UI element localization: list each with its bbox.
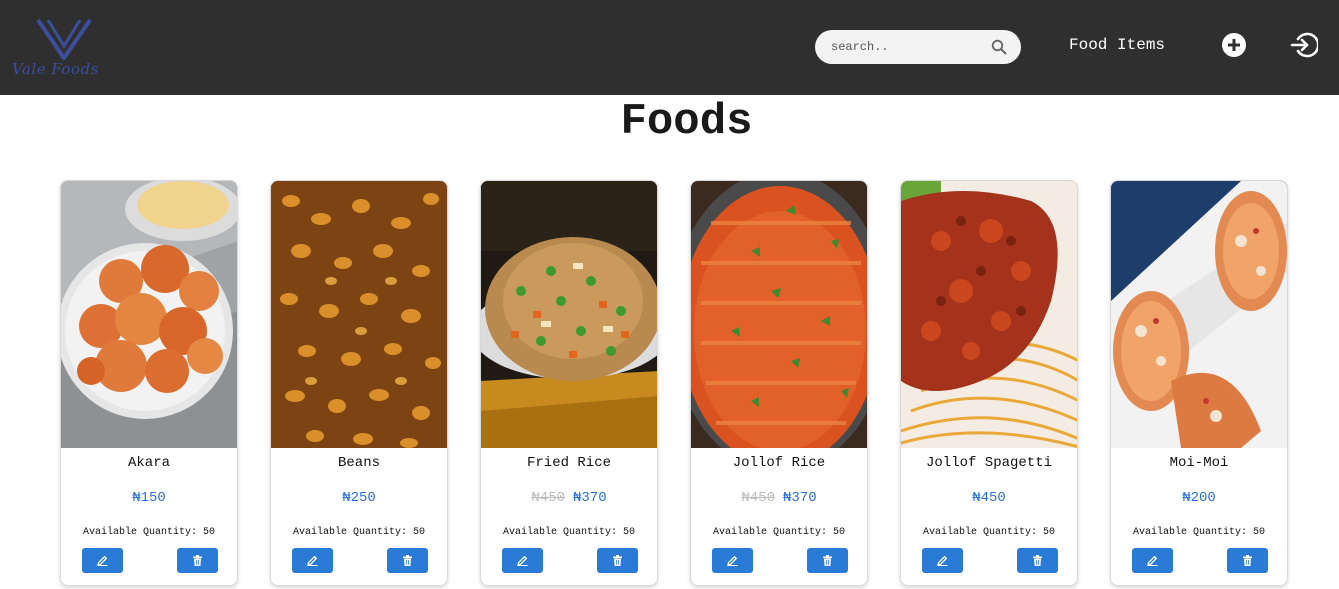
search-bar bbox=[815, 30, 1021, 64]
food-price: ₦450 bbox=[901, 490, 1077, 506]
search-input[interactable] bbox=[831, 30, 991, 64]
edit-button[interactable] bbox=[1132, 548, 1173, 573]
pencil-icon bbox=[517, 555, 528, 566]
food-name: Jollof Spagetti bbox=[925, 455, 1053, 471]
navbar: Vale Foods Food Items bbox=[0, 0, 1339, 95]
delete-button[interactable] bbox=[177, 548, 218, 573]
food-price: ₦450 ₦370 bbox=[691, 490, 867, 506]
edit-button[interactable] bbox=[82, 548, 123, 573]
pencil-icon bbox=[937, 555, 948, 566]
available-quantity: Available Quantity: 50 bbox=[502, 527, 636, 538]
current-price: ₦370 bbox=[573, 490, 607, 506]
trash-icon bbox=[1033, 555, 1042, 566]
food-name: Akara bbox=[127, 455, 170, 471]
food-card: Jollof Rice ₦450 ₦370 Available Quantity:… bbox=[690, 180, 868, 586]
food-price: ₦250 bbox=[271, 490, 447, 506]
search-icon[interactable] bbox=[991, 39, 1007, 55]
available-quantity: Available Quantity: 50 bbox=[1132, 527, 1266, 538]
food-price: ₦200 bbox=[1111, 490, 1287, 506]
edit-button[interactable] bbox=[292, 548, 333, 573]
current-price: ₦250 bbox=[342, 490, 376, 506]
pencil-icon bbox=[307, 555, 318, 566]
trash-icon bbox=[403, 555, 412, 566]
food-card: Beans ₦250 Available Quantity: 50 bbox=[270, 180, 448, 586]
current-price: ₦150 bbox=[132, 490, 166, 506]
available-quantity: Available Quantity: 50 bbox=[712, 527, 846, 538]
moi-moi-photo bbox=[1111, 181, 1287, 448]
current-price: ₦370 bbox=[783, 490, 817, 506]
pencil-icon bbox=[727, 555, 738, 566]
delete-button[interactable] bbox=[1017, 548, 1058, 573]
food-name: Fried Rice bbox=[526, 455, 611, 471]
current-price: ₦200 bbox=[1182, 490, 1216, 506]
delete-button[interactable] bbox=[807, 548, 848, 573]
delete-button[interactable] bbox=[597, 548, 638, 573]
pencil-icon bbox=[1147, 555, 1158, 566]
logo-v-icon bbox=[36, 18, 92, 60]
food-card: Jollof Spagetti ₦450 Available Quantity:… bbox=[900, 180, 1078, 586]
edit-button[interactable] bbox=[712, 548, 753, 573]
trash-icon bbox=[193, 555, 202, 566]
logo-text: Vale Foods bbox=[12, 60, 99, 78]
fried-rice-photo bbox=[481, 181, 657, 448]
old-price: ₦450 bbox=[531, 490, 565, 506]
edit-button[interactable] bbox=[922, 548, 963, 573]
food-price: ₦150 bbox=[61, 490, 237, 506]
current-price: ₦450 bbox=[972, 490, 1006, 506]
food-name: Jollof Rice bbox=[732, 455, 826, 471]
jollof-rice-photo bbox=[691, 181, 867, 448]
food-card: Moi-Moi ₦200 Available Quantity: 50 bbox=[1110, 180, 1288, 586]
trash-icon bbox=[1243, 555, 1252, 566]
food-card: Fried Rice ₦450 ₦370 Available Quantity: … bbox=[480, 180, 658, 586]
trash-icon bbox=[823, 555, 832, 566]
food-card: Akara ₦150 Available Quantity: 50 bbox=[60, 180, 238, 586]
food-name: Moi-Moi bbox=[1169, 455, 1229, 471]
edit-button[interactable] bbox=[502, 548, 543, 573]
available-quantity: Available Quantity: 50 bbox=[292, 527, 426, 538]
plus-circle-icon[interactable] bbox=[1221, 32, 1247, 58]
available-quantity: Available Quantity: 50 bbox=[82, 527, 216, 538]
sign-in-icon[interactable] bbox=[1290, 31, 1318, 59]
trash-icon bbox=[613, 555, 622, 566]
delete-button[interactable] bbox=[387, 548, 428, 573]
old-price: ₦450 bbox=[741, 490, 775, 506]
jollof-spagetti-photo bbox=[901, 181, 1077, 448]
food-name: Beans bbox=[337, 455, 380, 471]
akara-photo bbox=[61, 181, 237, 448]
delete-button[interactable] bbox=[1227, 548, 1268, 573]
beans-photo bbox=[271, 181, 447, 448]
available-quantity: Available Quantity: 50 bbox=[922, 527, 1056, 538]
food-price: ₦450 ₦370 bbox=[481, 490, 657, 506]
nav-link-food-items[interactable]: Food Items bbox=[1069, 36, 1165, 54]
page-title: Foods bbox=[620, 97, 753, 147]
pencil-icon bbox=[97, 555, 108, 566]
